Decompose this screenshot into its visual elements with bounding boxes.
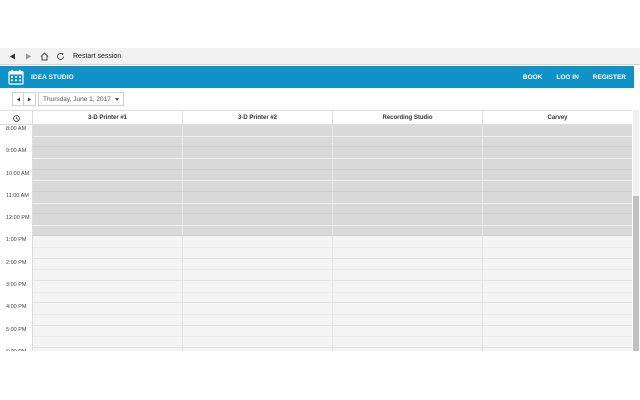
time-label: 5:00 PM [0, 325, 33, 348]
unavailable-slot [183, 125, 333, 148]
time-slot[interactable] [483, 347, 632, 351]
unavailable-slot [483, 169, 632, 192]
time-slot[interactable] [333, 325, 483, 348]
restart-session-link[interactable]: Restart session [73, 53, 121, 60]
calendar-icon[interactable] [8, 69, 24, 85]
time-slot[interactable] [333, 258, 483, 282]
time-label: 12:00 PM [0, 214, 33, 237]
resource-header: 3-D Printer #1 [33, 111, 183, 125]
time-slot[interactable] [483, 258, 632, 282]
time-slot[interactable] [33, 258, 183, 282]
time-slot[interactable] [183, 303, 333, 326]
time-slot[interactable] [183, 347, 333, 351]
unavailable-slot [33, 125, 183, 148]
chevron-down-icon [114, 97, 119, 101]
next-day-button[interactable] [24, 92, 36, 106]
time-slot[interactable] [33, 281, 183, 304]
time-row: 12:00 PM [0, 214, 632, 237]
scheduler-header: 3-D Printer #1 3-D Printer #2 Recording … [0, 111, 632, 125]
time-slot[interactable] [33, 236, 183, 259]
scrollbar-thumb[interactable] [633, 196, 639, 351]
time-slot[interactable] [483, 325, 632, 348]
clock-icon [0, 111, 33, 125]
time-label: 10:00 AM [0, 169, 33, 192]
time-row: 2:00 PM [0, 258, 632, 282]
time-label: 9:00 AM [0, 147, 33, 170]
vertical-scrollbar[interactable] [633, 110, 639, 351]
browser-toolbar: Restart session [0, 48, 640, 65]
unavailable-slot [33, 191, 183, 215]
previous-day-button[interactable] [12, 92, 24, 106]
unavailable-slot [33, 214, 183, 237]
log-in-link[interactable]: LOG IN [556, 74, 578, 81]
time-slot[interactable] [183, 258, 333, 282]
unavailable-slot [183, 214, 333, 237]
home-icon[interactable] [37, 49, 51, 63]
time-row: 6:00 PM [0, 347, 632, 351]
unavailable-slot [333, 125, 483, 148]
book-link[interactable]: BOOK [523, 74, 543, 81]
time-slot[interactable] [483, 281, 632, 304]
time-slot[interactable] [333, 281, 483, 304]
unavailable-slot [183, 191, 333, 215]
time-slot[interactable] [183, 236, 333, 259]
forward-arrow-icon[interactable] [21, 49, 35, 63]
header-nav: BOOK LOG IN REGISTER [509, 74, 626, 81]
reload-icon[interactable] [53, 49, 67, 63]
time-row: 10:00 AM [0, 169, 632, 192]
resource-header: Recording Studio [333, 111, 483, 125]
time-row: 3:00 PM [0, 281, 632, 304]
scheduler-body: 8:00 AM 9:00 AM 10:00 AM 11:00 AM 12:00 PM 1:… [0, 125, 632, 351]
time-row: 1:00 PM [0, 236, 632, 259]
time-row: 8:00 AM [0, 125, 632, 148]
time-label: 2:00 PM [0, 258, 33, 282]
unavailable-slot [333, 169, 483, 192]
time-row: 4:00 PM [0, 303, 632, 326]
time-label: 4:00 PM [0, 303, 33, 326]
time-slot[interactable] [483, 236, 632, 259]
unavailable-slot [483, 147, 632, 170]
time-label: 8:00 AM [0, 125, 33, 148]
app-header: IDEA STUDIO BOOK LOG IN REGISTER [0, 66, 634, 88]
brand-title[interactable]: IDEA STUDIO [31, 74, 74, 81]
time-label: 6:00 PM [0, 347, 33, 351]
back-arrow-icon[interactable] [5, 49, 19, 63]
unavailable-slot [333, 147, 483, 170]
date-toolbar: Thursday, June 1, 2017 [12, 92, 124, 106]
unavailable-slot [183, 169, 333, 192]
time-slot[interactable] [33, 325, 183, 348]
screen: Restart session IDEA STUDIO BOOK LOG IN … [0, 0, 640, 400]
time-label: 1:00 PM [0, 236, 33, 259]
unavailable-slot [483, 214, 632, 237]
time-slot[interactable] [33, 303, 183, 326]
unavailable-slot [183, 147, 333, 170]
time-label: 3:00 PM [0, 281, 33, 304]
resource-header: Carvey [547, 115, 568, 121]
time-slot[interactable] [33, 347, 183, 351]
unavailable-slot [333, 214, 483, 237]
time-slot[interactable] [183, 325, 333, 348]
time-slot[interactable] [483, 303, 632, 326]
unavailable-slot [333, 191, 483, 215]
unavailable-slot [33, 147, 183, 170]
time-row: 5:00 PM [0, 325, 632, 348]
time-row: 9:00 AM [0, 147, 632, 170]
time-slot[interactable] [333, 303, 483, 326]
time-slot[interactable] [183, 281, 333, 304]
unavailable-slot [33, 169, 183, 192]
unavailable-slot [483, 125, 632, 148]
resource-header: 3-D Printer #2 [183, 111, 333, 125]
register-link[interactable]: REGISTER [593, 74, 626, 81]
time-row: 11:00 AM [0, 191, 632, 215]
scheduler-grid: 3-D Printer #1 3-D Printer #2 Recording … [0, 110, 632, 351]
time-slot[interactable] [333, 236, 483, 259]
time-label: 11:00 AM [0, 191, 33, 215]
date-picker[interactable]: Thursday, June 1, 2017 [38, 92, 124, 106]
time-slot[interactable] [333, 347, 483, 351]
unavailable-slot [483, 191, 632, 215]
date-value: Thursday, June 1, 2017 [43, 95, 111, 103]
